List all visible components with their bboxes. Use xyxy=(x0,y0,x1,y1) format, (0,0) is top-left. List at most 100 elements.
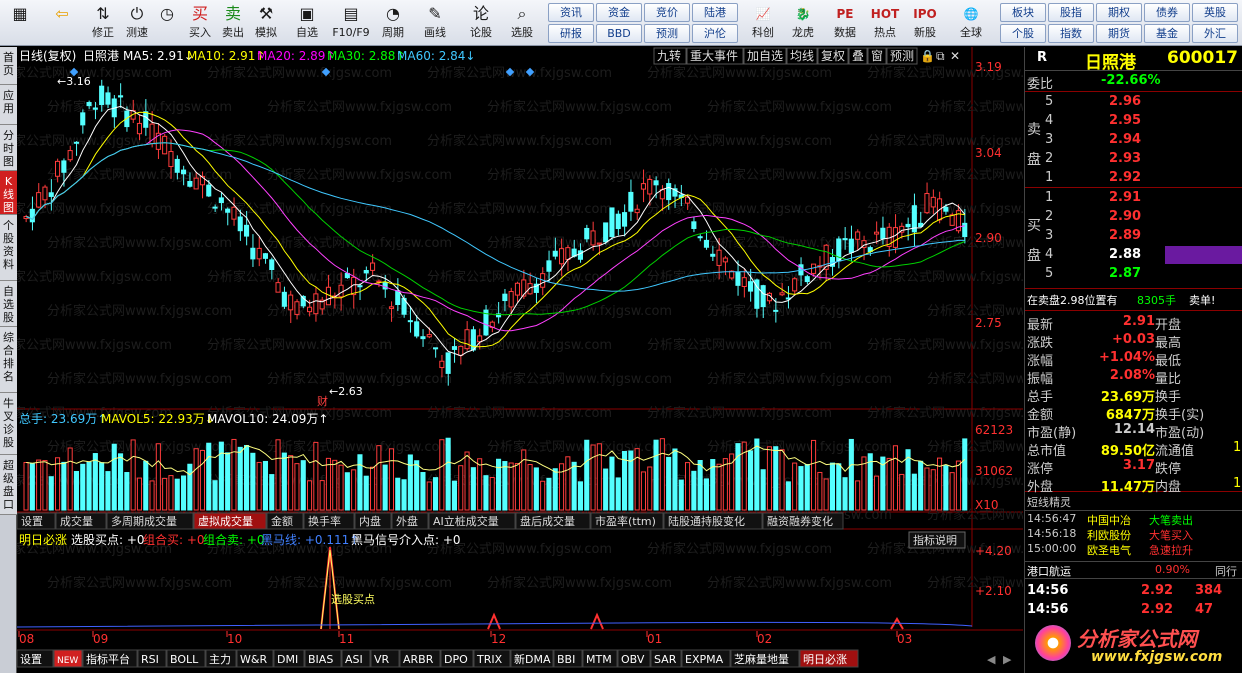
toolbar-tab-5[interactable]: BBD xyxy=(596,24,642,43)
indicator-tab-7[interactable]: DMI xyxy=(273,649,305,668)
indicator-explain-button[interactable]: 指标说明 xyxy=(908,531,966,549)
toolbar-market-tab-3[interactable]: 债券 xyxy=(1144,3,1190,22)
copy-icon[interactable]: ⧉ xyxy=(936,49,945,63)
toolbar-market-tab-6[interactable]: 指数 xyxy=(1048,24,1094,43)
indicator-tab-0[interactable]: 设置 xyxy=(16,649,54,668)
left-tab-1[interactable]: 应用 xyxy=(0,85,17,125)
indicator-tab-20[interactable]: 芝麻量地量 xyxy=(730,649,800,668)
sell-level-3[interactable]: 3 2.94 xyxy=(1025,131,1242,149)
kline-chart-area[interactable]: 分析家公式网www.fxjgsw.com 分析家公式网www.fxjgsw.com… xyxy=(0,47,1112,673)
header-btn-7[interactable]: 预测 xyxy=(886,47,918,65)
toolbar-tab-4[interactable]: 研报 xyxy=(548,24,594,43)
volume-tab-12[interactable]: 融资融券变化 xyxy=(762,512,844,530)
toolbar-market-tab-4[interactable]: 英股 xyxy=(1192,3,1238,22)
toolbar-apps-grid-button[interactable]: ▦ xyxy=(4,2,36,44)
toolbar-hot-button[interactable]: HOT 热点 xyxy=(866,2,904,44)
sell-level-4[interactable]: 4 2.95 xyxy=(1025,112,1242,130)
indicator-tab-9[interactable]: ASI xyxy=(341,649,371,668)
toolbar-back-arrow-button[interactable]: ⇦ xyxy=(44,2,80,44)
lock-icon[interactable]: 🔒 xyxy=(920,49,935,63)
indicator-tab-3[interactable]: RSI xyxy=(137,649,167,668)
indicator-tab-15[interactable]: BBI xyxy=(553,649,583,668)
toolbar-pencil-button[interactable]: ✎ 画线 xyxy=(416,2,454,44)
indicator-tab-8[interactable]: BIAS xyxy=(304,649,342,668)
volume-tab-2[interactable]: 多周期成交量 xyxy=(106,512,194,530)
sector-row[interactable]: 港口航运 0.90% 同行 xyxy=(1025,561,1242,579)
toolbar-market-tab-9[interactable]: 外汇 xyxy=(1192,24,1238,43)
toolbar-arrows-button[interactable]: ⇅ 修正 xyxy=(87,2,119,44)
left-tab-4[interactable]: 个股资料 xyxy=(0,215,17,281)
volume-tab-10[interactable]: 市盈率(ttm) xyxy=(590,512,664,530)
indicator-tab-2[interactable]: 指标平台 xyxy=(82,649,138,668)
buy-level-2[interactable]: 2 2.90 xyxy=(1025,208,1242,226)
toolbar-chart-button[interactable]: 📈 科创 xyxy=(744,2,782,44)
header-btn-4[interactable]: 复权 xyxy=(817,47,849,65)
toolbar-hammer-button[interactable]: ⚒ 模拟 xyxy=(251,2,281,44)
toolbar-ipo-button[interactable]: IPO 新股 xyxy=(906,2,944,44)
toolbar-magnifier-button[interactable]: ⌕ 选股 xyxy=(504,2,540,44)
left-tab-2[interactable]: 分时图 xyxy=(0,125,17,171)
toolbar-market-tab-1[interactable]: 股指 xyxy=(1048,3,1094,22)
volume-tab-4[interactable]: 金额 xyxy=(266,512,304,530)
left-tab-6[interactable]: 综合排名 xyxy=(0,327,17,393)
volume-tab-5[interactable]: 换手率 xyxy=(303,512,355,530)
toolbar-globe-button[interactable]: 🌐 全球 xyxy=(952,2,990,44)
toolbar-folder-button[interactable]: ▣ 自选 xyxy=(288,2,326,44)
indicator-tab-16[interactable]: MTM xyxy=(582,649,618,668)
toolbar-period-button[interactable]: ◔ 周期 xyxy=(374,2,412,44)
toolbar-tab-2[interactable]: 竞价 xyxy=(644,3,690,22)
tab-scroll-right-icon[interactable]: ▶ xyxy=(1003,653,1012,666)
header-btn-1[interactable]: 重大事件 xyxy=(686,47,744,65)
indicator-tab-1[interactable]: NEW xyxy=(53,649,83,668)
toolbar-document-button[interactable]: ▤ F10/F9 xyxy=(330,2,372,44)
toolbar-market-tab-7[interactable]: 期货 xyxy=(1096,24,1142,43)
toolbar-tab-6[interactable]: 预测 xyxy=(644,24,690,43)
short-line-title[interactable]: 短线精灵 xyxy=(1025,493,1242,511)
left-tab-7[interactable]: 牛叉诊股 xyxy=(0,393,17,455)
tab-scroll-left-icon[interactable]: ◀ xyxy=(987,653,996,666)
toolbar-discuss-button[interactable]: 论论股 xyxy=(463,2,499,44)
left-tab-8[interactable]: 超级盘口 xyxy=(0,455,17,515)
kline-chart-svg[interactable]: 分析家公式网www.fxjgsw.com 分析家公式网www.fxjgsw.com… xyxy=(0,47,1112,673)
toolbar-tab-0[interactable]: 资讯 xyxy=(548,3,594,22)
left-tab-5[interactable]: 自选股 xyxy=(0,281,17,327)
buy-level-3[interactable]: 3 2.89 xyxy=(1025,227,1242,245)
indicator-tab-11[interactable]: ARBR xyxy=(399,649,441,668)
toolbar-buy-button[interactable]: 买买入 xyxy=(185,2,215,44)
toolbar-tab-1[interactable]: 资金 xyxy=(596,3,642,22)
toolbar-power-button[interactable]: ⏻ 测速 xyxy=(122,2,152,44)
toolbar-market-tab-0[interactable]: 板块 xyxy=(1000,3,1046,22)
toolbar-sell-button[interactable]: 卖卖出 xyxy=(218,2,248,44)
toolbar-clock-button[interactable]: ◷ xyxy=(152,2,182,44)
toolbar-dragon-button[interactable]: 🐉 龙虎 xyxy=(784,2,822,44)
indicator-tab-14[interactable]: 新DMA xyxy=(510,649,554,668)
indicator-tab-4[interactable]: BOLL xyxy=(166,649,206,668)
indicator-tab-18[interactable]: SAR xyxy=(650,649,682,668)
indicator-tab-21[interactable]: 明日必涨 xyxy=(799,649,859,668)
volume-tab-6[interactable]: 内盘 xyxy=(354,512,392,530)
header-btn-3[interactable]: 均线 xyxy=(786,47,818,65)
close-icon[interactable]: ✕ xyxy=(950,49,960,63)
buy-level-1[interactable]: 1 2.91 xyxy=(1025,189,1242,207)
header-btn-5[interactable]: 叠 xyxy=(848,47,868,65)
short-line-item[interactable]: 14:56:47 中国中冶 大笔卖出 xyxy=(1025,511,1242,527)
buy-level-5[interactable]: 5 2.87 xyxy=(1025,265,1242,283)
volume-tab-8[interactable]: AI立桩成交量 xyxy=(428,512,516,530)
toolbar-market-tab-8[interactable]: 基金 xyxy=(1144,24,1190,43)
indicator-tab-5[interactable]: 主力 xyxy=(205,649,237,668)
left-tab-0[interactable]: 首页 xyxy=(0,47,17,85)
volume-tab-9[interactable]: 盘后成交量 xyxy=(515,512,591,530)
volume-tab-11[interactable]: 陆股通持股变化 xyxy=(663,512,763,530)
toolbar-tab-3[interactable]: 陆港 xyxy=(692,3,738,22)
toolbar-market-tab-5[interactable]: 个股 xyxy=(1000,24,1046,43)
sell-level-1[interactable]: 1 2.92 xyxy=(1025,169,1242,187)
indicator-tab-19[interactable]: EXPMA xyxy=(681,649,731,668)
toolbar-tab-7[interactable]: 沪伦 xyxy=(692,24,738,43)
sell-level-2[interactable]: 2 2.93 xyxy=(1025,150,1242,168)
toolbar-pe-button[interactable]: PE 数据 xyxy=(826,2,864,44)
indicator-tab-17[interactable]: OBV xyxy=(617,649,651,668)
header-btn-2[interactable]: 加自选 xyxy=(743,47,787,65)
header-btn-0[interactable]: 九转 xyxy=(653,47,687,65)
volume-tab-3[interactable]: 虚拟成交量 xyxy=(193,512,267,530)
indicator-tab-13[interactable]: TRIX xyxy=(473,649,511,668)
